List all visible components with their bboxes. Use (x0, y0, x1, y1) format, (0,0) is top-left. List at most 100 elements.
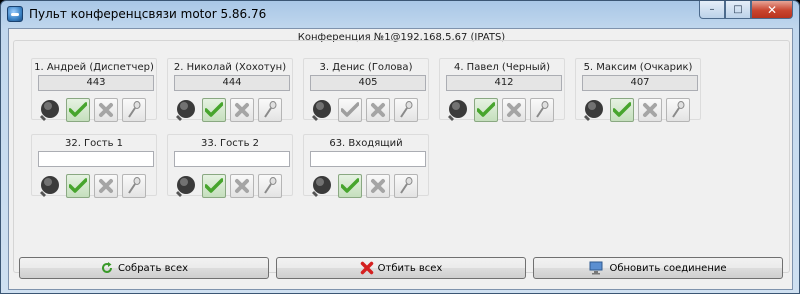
microphone-button[interactable] (530, 98, 554, 122)
check-icon (205, 102, 223, 117)
participant-name: 2. Николай (Хохотун) (173, 62, 287, 73)
participant-card: 4. Павел (Черный) 412 (439, 58, 565, 122)
reject-button[interactable] (638, 98, 662, 122)
participant-name: 63. Входящий (329, 138, 403, 149)
drop-all-button[interactable]: Отбить всех (276, 257, 526, 279)
reject-button[interactable] (502, 98, 526, 122)
cross-icon (235, 103, 249, 117)
participant-controls (582, 98, 690, 122)
gather-all-button[interactable]: Собрать всех (19, 257, 269, 279)
reject-button[interactable] (94, 98, 118, 122)
check-icon (69, 102, 87, 117)
red-x-icon (360, 261, 373, 275)
participant-card: 63. Входящий (303, 134, 429, 198)
participant-card: 1. Андрей (Диспетчер) 443 (31, 58, 157, 122)
cross-icon (507, 103, 521, 117)
microphone-button[interactable] (394, 174, 418, 198)
reject-button[interactable] (230, 98, 254, 122)
participant-number: 407 (582, 75, 698, 91)
microphone-button[interactable] (394, 98, 418, 122)
conference-group: 1. Андрей (Диспетчер) 443 2. Николай (Хо… (13, 40, 790, 273)
participant-controls (446, 98, 554, 122)
participant-controls (174, 174, 282, 198)
phone-icon[interactable] (310, 98, 334, 122)
reject-button[interactable] (230, 174, 254, 198)
gather-all-label: Собрать всех (117, 262, 189, 274)
title-bar[interactable]: Пульт конференцсвязи motor 5.86.76 – □ ✕ (1, 1, 799, 27)
accept-button[interactable] (66, 98, 90, 122)
microphone-button[interactable] (122, 98, 146, 122)
microphone-icon (536, 101, 549, 118)
microphone-icon (400, 177, 413, 194)
reject-button[interactable] (366, 174, 390, 198)
maximize-button[interactable]: □ (725, 1, 751, 19)
participant-number: 444 (174, 75, 290, 91)
close-button[interactable]: ✕ (751, 1, 793, 19)
participant-name: 1. Андрей (Диспетчер) (34, 62, 154, 73)
phone-icon[interactable] (446, 98, 470, 122)
check-icon (613, 102, 631, 117)
phone-icon[interactable] (38, 174, 62, 198)
participant-name: 3. Денис (Голова) (319, 62, 413, 73)
microphone-icon (264, 101, 277, 118)
participant-controls (310, 174, 418, 198)
app-icon (7, 6, 23, 22)
phone-icon[interactable] (310, 174, 334, 198)
minimize-button[interactable]: – (699, 1, 725, 19)
reject-button[interactable] (366, 98, 390, 122)
check-icon (341, 178, 359, 193)
participant-name: 5. Максим (Очкарик) (583, 62, 693, 73)
accept-button[interactable] (338, 174, 362, 198)
accept-button[interactable] (610, 98, 634, 122)
drop-all-label: Отбить всех (377, 262, 443, 274)
participant-controls (38, 98, 146, 122)
participant-card: 3. Денис (Голова) 405 (303, 58, 429, 122)
participant-number (174, 151, 290, 167)
refresh-icon (101, 262, 112, 273)
accept-button[interactable] (66, 174, 90, 198)
cross-icon (643, 103, 657, 117)
participant-name: 33. Гость 2 (200, 138, 260, 149)
microphone-icon (264, 177, 277, 194)
microphone-button[interactable] (258, 174, 282, 198)
refresh-connection-label: Обновить соединение (609, 262, 727, 274)
check-icon (341, 102, 359, 117)
participant-name: 32. Гость 1 (64, 138, 124, 149)
microphone-icon (128, 177, 141, 194)
participant-controls (174, 98, 282, 122)
accept-button[interactable] (474, 98, 498, 122)
cross-icon (371, 103, 385, 117)
phone-icon[interactable] (38, 98, 62, 122)
microphone-button[interactable] (258, 98, 282, 122)
caption-buttons: – □ ✕ (699, 1, 793, 19)
phone-icon[interactable] (174, 174, 198, 198)
microphone-button[interactable] (122, 174, 146, 198)
phone-icon[interactable] (174, 98, 198, 122)
participant-number: 412 (446, 75, 562, 91)
accept-button[interactable] (202, 174, 226, 198)
participant-card: 32. Гость 1 (31, 134, 157, 198)
computer-icon (589, 261, 603, 275)
cross-icon (235, 179, 249, 193)
client-area: Конференция №1@192.168.5.67 (IPATS) 1. А… (8, 28, 793, 290)
accept-button[interactable] (338, 98, 362, 122)
participant-card: 2. Николай (Хохотун) 444 (167, 58, 293, 122)
microphone-icon (128, 101, 141, 118)
accept-button[interactable] (202, 98, 226, 122)
microphone-button[interactable] (666, 98, 690, 122)
refresh-connection-button[interactable]: Обновить соединение (533, 257, 783, 279)
check-icon (69, 178, 87, 193)
participant-controls (38, 174, 146, 198)
cross-icon (99, 103, 113, 117)
microphone-icon (672, 101, 685, 118)
reject-button[interactable] (94, 174, 118, 198)
participant-number: 443 (38, 75, 154, 91)
microphone-icon (400, 101, 413, 118)
participant-number (310, 151, 426, 167)
participant-number (38, 151, 154, 167)
cross-icon (99, 179, 113, 193)
phone-icon[interactable] (582, 98, 606, 122)
cross-icon (371, 179, 385, 193)
check-icon (205, 178, 223, 193)
participant-controls (310, 98, 418, 122)
